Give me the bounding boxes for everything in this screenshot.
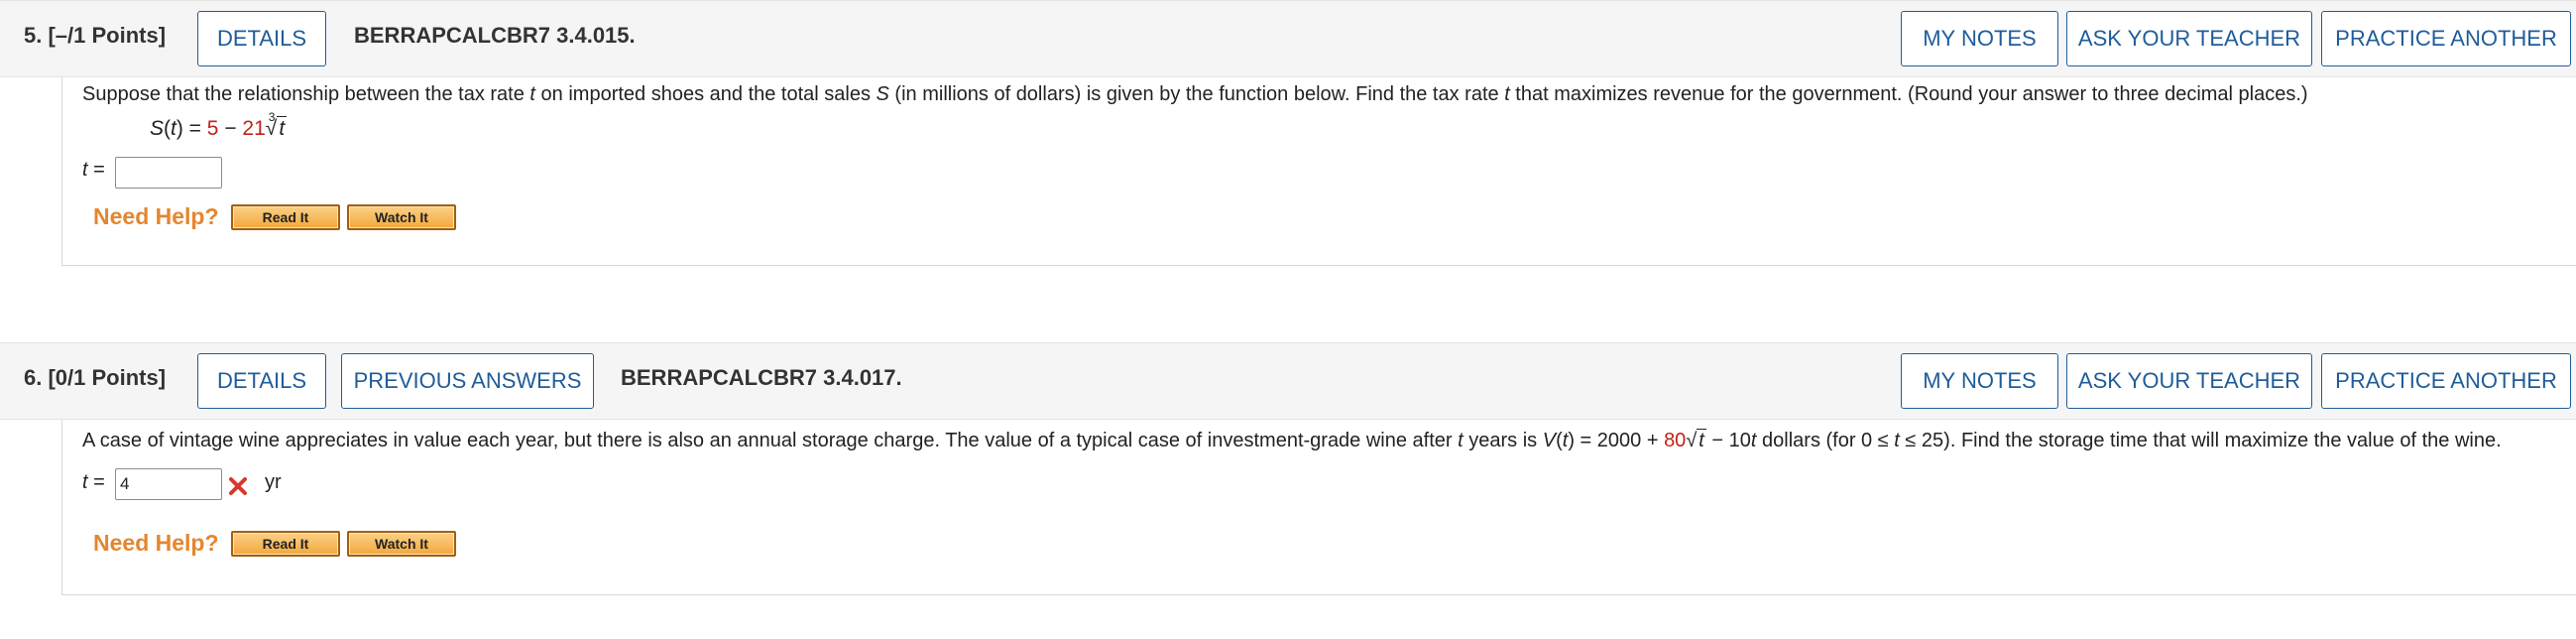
wrong-x-icon	[229, 477, 247, 495]
question-6-previous-answers-button[interactable]: PREVIOUS ANSWERS	[341, 353, 594, 409]
question-5-code: BERRAPCALCBR7 3.4.015.	[354, 23, 636, 48]
question-6-prompt: A case of vintage wine appreciates in va…	[82, 429, 2502, 451]
question-6-answer-input[interactable]	[115, 468, 222, 500]
question-6-details-button[interactable]: DETAILS	[197, 353, 326, 409]
question-5-answer-input[interactable]	[115, 157, 222, 189]
question-5-ask-teacher-button[interactable]: ASK YOUR TEACHER	[2066, 11, 2312, 66]
question-6-practice-another-button[interactable]: PRACTICE ANOTHER	[2321, 353, 2571, 409]
question-5-read-it-button[interactable]: Read It	[231, 204, 340, 230]
question-6-header: 6. [0/1 Points] DETAILS PREVIOUS ANSWERS…	[0, 342, 2576, 420]
question-6-my-notes-button[interactable]: MY NOTES	[1901, 353, 2058, 409]
question-6-ask-teacher-button[interactable]: ASK YOUR TEACHER	[2066, 353, 2312, 409]
question-5-prompt: Suppose that the relationship between th…	[82, 83, 2308, 105]
question-5-practice-another-button[interactable]: PRACTICE ANOTHER	[2321, 11, 2571, 66]
question-5-details-button[interactable]: DETAILS	[197, 11, 326, 66]
question-5-need-help-label: Need Help?	[93, 203, 219, 229]
question-6-watch-it-button[interactable]: Watch It	[347, 531, 456, 557]
square-root-symbol: √ t	[1686, 429, 1706, 451]
question-6-number: 6. [0/1 Points]	[24, 365, 167, 390]
question-6-answer-label: t =	[82, 471, 105, 493]
question-6-answer-unit: yr	[265, 471, 282, 493]
question-5-number: 5. [–/1 Points]	[24, 23, 167, 48]
question-5-answer-label: t =	[82, 159, 105, 181]
question-5-watch-it-button[interactable]: Watch It	[347, 204, 456, 230]
question-5-formula: S(t) = 5 − 21 3 √t	[150, 110, 288, 140]
question-5-header: 5. [–/1 Points] DETAILS BERRAPCALCBR7 3.…	[0, 0, 2576, 77]
question-6-need-help-label: Need Help?	[93, 530, 219, 556]
question-5-body: Suppose that the relationship between th…	[61, 77, 2576, 266]
question-6-code: BERRAPCALCBR7 3.4.017.	[621, 365, 902, 390]
cube-root-symbol: 3 √t	[265, 110, 288, 140]
question-6-read-it-button[interactable]: Read It	[231, 531, 340, 557]
question-6-body: A case of vintage wine appreciates in va…	[61, 420, 2576, 595]
question-5-my-notes-button[interactable]: MY NOTES	[1901, 11, 2058, 66]
